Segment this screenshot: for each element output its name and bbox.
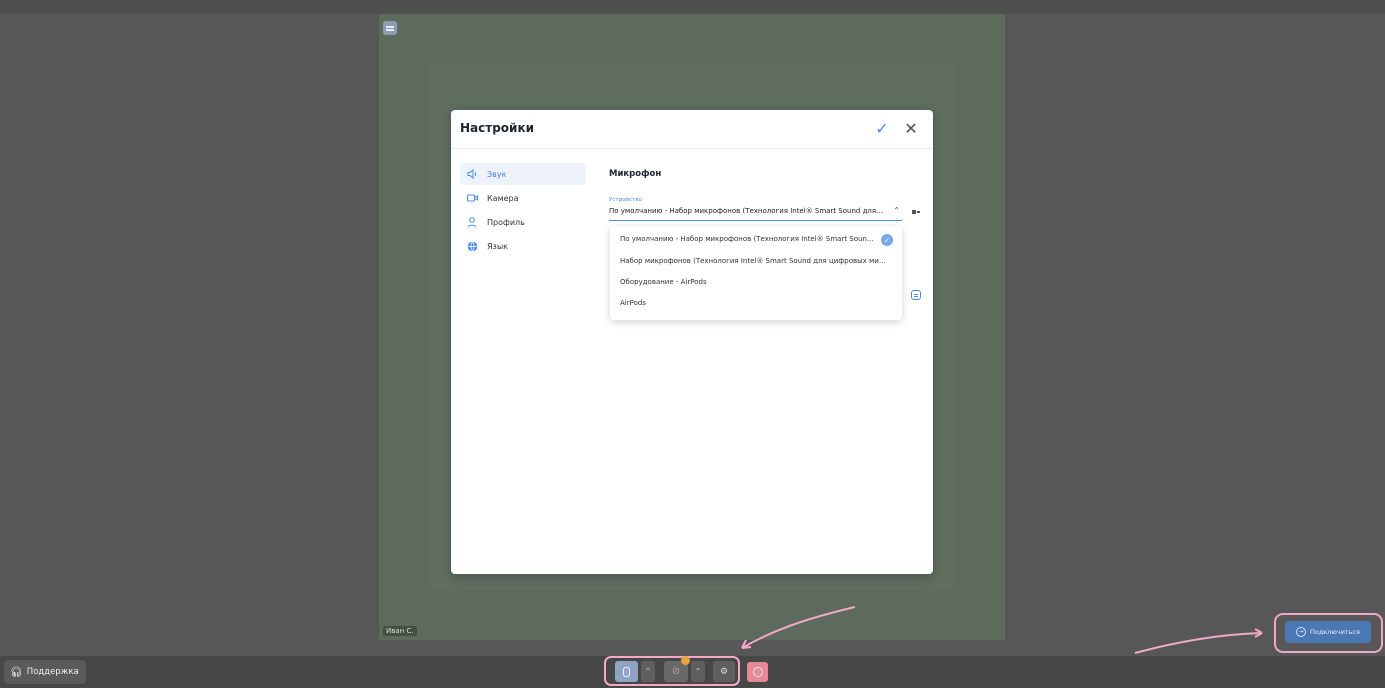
annotation-arrows [741, 606, 1263, 654]
